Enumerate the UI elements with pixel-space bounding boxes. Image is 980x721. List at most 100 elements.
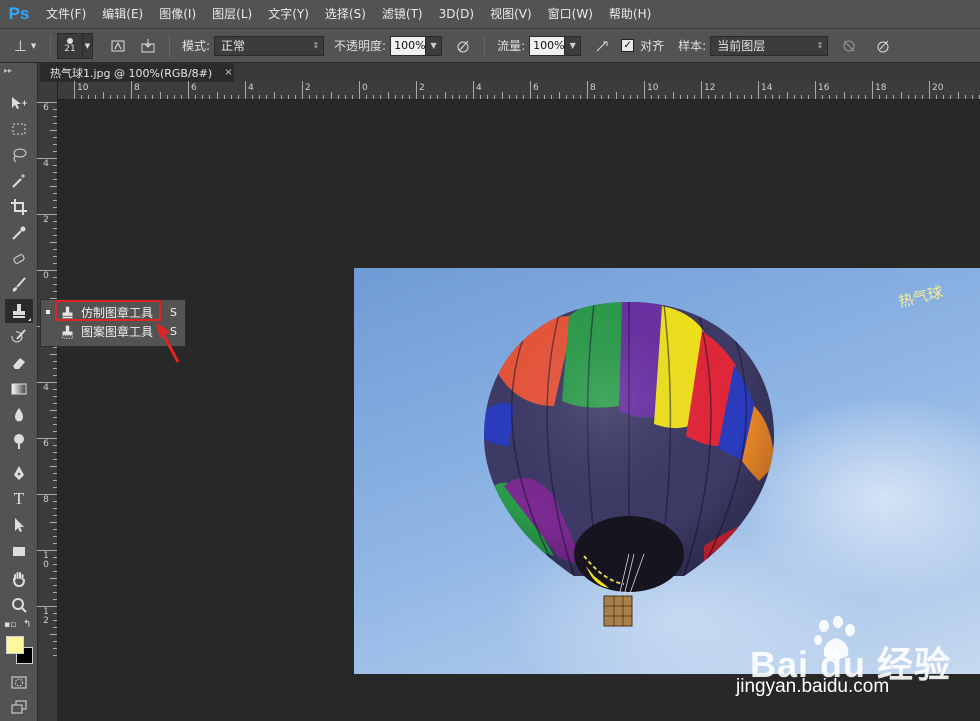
updown-arrow-icon: ⇕ bbox=[312, 41, 320, 50]
menu-image[interactable]: 图像(I) bbox=[151, 0, 204, 28]
ruler-minor-tick bbox=[53, 228, 57, 229]
hot-air-balloon-image bbox=[484, 302, 774, 627]
opacity-input[interactable]: 100% bbox=[390, 35, 427, 56]
mode-label: 模式: bbox=[182, 39, 211, 53]
ruler-minor-tick bbox=[50, 578, 57, 579]
type-tool-icon[interactable]: T bbox=[5, 487, 33, 511]
close-icon[interactable]: × bbox=[224, 67, 232, 78]
separator bbox=[484, 34, 486, 57]
ruler-minor-tick bbox=[373, 95, 375, 99]
ruler-minor-tick bbox=[914, 95, 916, 99]
eyedropper-tool-icon[interactable] bbox=[5, 221, 33, 245]
ruler-minor-tick bbox=[145, 95, 147, 99]
aligned-label: 对齐 bbox=[640, 39, 665, 53]
flow-slider-arrow[interactable]: ▼ bbox=[565, 35, 582, 56]
ruler-minor-tick bbox=[252, 95, 254, 99]
quick-mask-icon[interactable] bbox=[5, 670, 33, 694]
ruler-minor-tick bbox=[693, 95, 695, 99]
ruler-minor-tick bbox=[216, 92, 218, 99]
ruler-minor-tick bbox=[173, 95, 175, 99]
tool-preset-picker[interactable]: ⊥ ▼ bbox=[6, 34, 44, 58]
crop-tool-icon[interactable] bbox=[5, 195, 33, 219]
move-tool-icon[interactable] bbox=[5, 91, 33, 115]
blur-tool-icon[interactable] bbox=[5, 403, 33, 427]
menu-edit[interactable]: 编辑(E) bbox=[94, 0, 151, 28]
healing-brush-tool-icon[interactable] bbox=[5, 247, 33, 271]
horizontal-ruler[interactable]: 10 8 6 4 2 0 2 4 6 8 10 12 14 16 18 20 bbox=[58, 81, 980, 100]
sample-dropdown[interactable]: 当前图层 ⇕ bbox=[710, 35, 829, 56]
path-selection-tool-icon[interactable] bbox=[5, 513, 33, 537]
swap-colors-icon[interactable]: ↰ bbox=[23, 619, 31, 630]
toggle-clone-source-panel-icon[interactable] bbox=[137, 35, 159, 57]
pressure-opacity-icon[interactable] bbox=[452, 35, 474, 57]
menu-filter[interactable]: 滤镜(T) bbox=[374, 0, 431, 28]
zoom-tool-icon[interactable] bbox=[5, 593, 33, 617]
ruler-minor-tick bbox=[444, 92, 446, 99]
ruler-tick bbox=[929, 81, 930, 99]
ruler-tick bbox=[188, 81, 189, 99]
mode-dropdown[interactable]: 正常 ⇕ bbox=[214, 35, 325, 56]
default-colors-icon[interactable]: ▪▫ bbox=[4, 620, 16, 630]
brush-preset-picker[interactable]: 21 bbox=[57, 32, 83, 59]
ruler-minor-tick bbox=[53, 459, 57, 460]
magic-wand-tool-icon[interactable] bbox=[5, 169, 33, 193]
ruler-minor-tick bbox=[715, 95, 717, 99]
brush-dropdown-arrow[interactable]: ▼ bbox=[83, 32, 93, 59]
brush-tool-icon[interactable] bbox=[5, 273, 33, 297]
ruler-minor-tick bbox=[53, 200, 57, 201]
collapse-panel-icon[interactable]: ▸▸ bbox=[4, 66, 12, 75]
aligned-checkbox[interactable]: ✓ bbox=[621, 39, 635, 52]
dodge-tool-icon[interactable] bbox=[5, 429, 33, 453]
ruler-minor-tick bbox=[886, 95, 888, 99]
document-canvas[interactable]: 热气球 bbox=[354, 268, 980, 674]
menu-select[interactable]: 选择(S) bbox=[317, 0, 374, 28]
ruler-minor-tick bbox=[53, 564, 57, 565]
eraser-tool-icon[interactable] bbox=[5, 351, 33, 375]
chevron-down-icon: ▼ bbox=[30, 41, 37, 50]
screen-mode-icon[interactable] bbox=[5, 695, 33, 719]
clone-stamp-tool-icon[interactable] bbox=[5, 299, 33, 323]
ruler-label: 6 bbox=[533, 83, 539, 93]
document-tab[interactable]: 热气球1.jpg @ 100%(RGB/8#) × bbox=[40, 63, 234, 82]
menu-layer[interactable]: 图层(L) bbox=[204, 0, 260, 28]
ruler-minor-tick bbox=[53, 452, 57, 453]
toggle-brush-panel-icon[interactable] bbox=[107, 35, 129, 57]
opacity-slider-arrow[interactable]: ▼ bbox=[426, 35, 443, 56]
ruler-minor-tick bbox=[900, 92, 902, 99]
ruler-minor-tick bbox=[109, 95, 111, 99]
ruler-label: 18 bbox=[875, 83, 887, 93]
ruler-minor-tick bbox=[223, 95, 225, 99]
ignore-adjustment-layers-icon[interactable] bbox=[838, 35, 860, 57]
menu-view[interactable]: 视图(V) bbox=[482, 0, 540, 28]
ruler-label: 12 bbox=[704, 83, 716, 93]
ruler-minor-tick bbox=[494, 95, 496, 99]
ruler-minor-tick bbox=[708, 95, 710, 99]
airbrush-icon[interactable] bbox=[591, 35, 613, 57]
ruler-label: 20 bbox=[932, 83, 944, 93]
hand-tool-icon[interactable] bbox=[5, 567, 33, 591]
menu-3d[interactable]: 3D(D) bbox=[431, 0, 482, 28]
history-brush-tool-icon[interactable] bbox=[5, 325, 33, 349]
ruler-minor-tick bbox=[53, 368, 57, 369]
ruler-minor-tick bbox=[722, 95, 724, 99]
rectangle-tool-icon[interactable] bbox=[5, 539, 33, 563]
menu-type[interactable]: 文字(Y) bbox=[260, 0, 317, 28]
marquee-tool-icon[interactable] bbox=[5, 117, 33, 141]
gradient-tool-icon[interactable] bbox=[5, 377, 33, 401]
menu-window[interactable]: 窗口(W) bbox=[540, 0, 601, 28]
ruler-minor-tick bbox=[159, 92, 161, 99]
ruler-minor-tick bbox=[53, 179, 57, 180]
ruler-tick bbox=[245, 81, 246, 99]
foreground-color-swatch[interactable] bbox=[6, 636, 24, 654]
pen-tool-icon[interactable] bbox=[5, 461, 33, 485]
ruler-minor-tick bbox=[53, 347, 57, 348]
pressure-size-icon[interactable] bbox=[872, 35, 894, 57]
brush-size: 21 bbox=[64, 43, 76, 54]
flow-input[interactable]: 100% bbox=[529, 35, 566, 56]
menu-help[interactable]: 帮助(H) bbox=[601, 0, 659, 28]
vertical-ruler[interactable]: 642024681012 bbox=[37, 82, 58, 721]
ruler-minor-tick bbox=[166, 95, 168, 99]
ruler-tick bbox=[74, 81, 75, 99]
menu-file[interactable]: 文件(F) bbox=[38, 0, 94, 28]
lasso-tool-icon[interactable] bbox=[5, 143, 33, 167]
